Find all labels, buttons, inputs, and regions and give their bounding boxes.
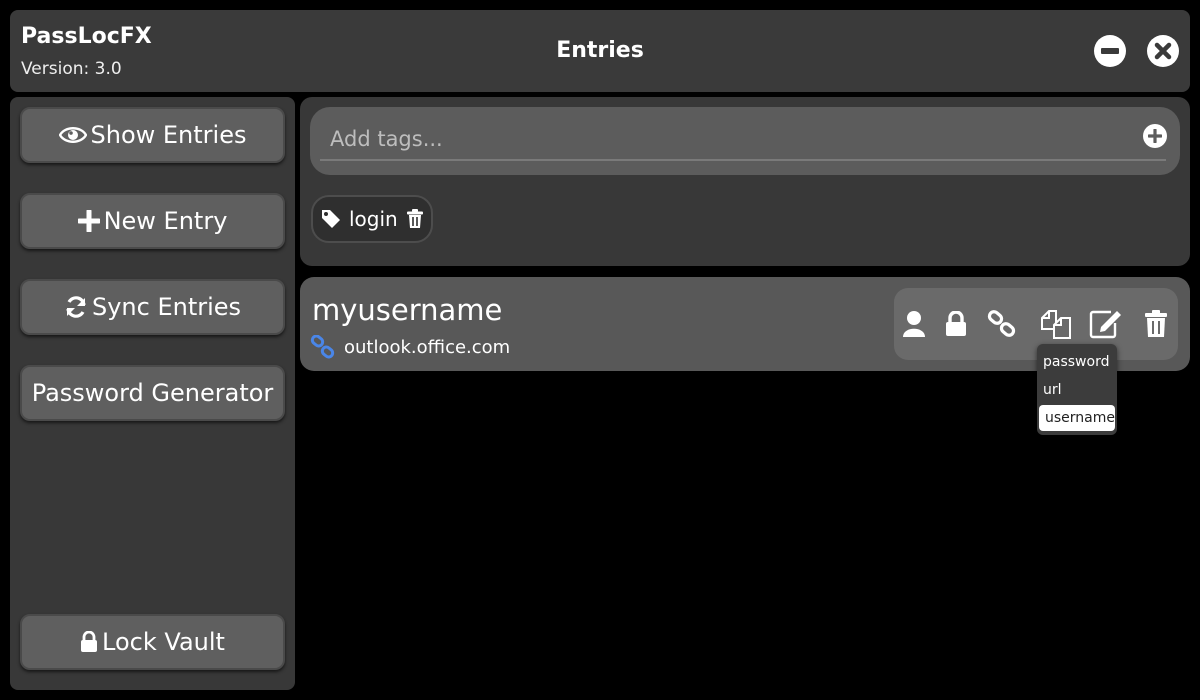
entry-username: myusername (312, 293, 503, 327)
add-tag-button[interactable] (1143, 124, 1167, 148)
lock-action-button[interactable] (938, 306, 974, 342)
show-entries-button[interactable]: Show Entries (20, 107, 285, 163)
link-action-button[interactable] (984, 306, 1020, 342)
title-bar[interactable]: PassLocFX Version: 3.0 Entries (10, 10, 1190, 92)
tag-input-container (310, 107, 1180, 175)
eye-icon (58, 127, 87, 143)
sidebar-item-label: Password Generator (31, 379, 274, 407)
minimize-button[interactable] (1094, 35, 1126, 67)
copy-option-url[interactable]: url (1037, 377, 1117, 403)
link-icon (987, 310, 1016, 337)
new-entry-button[interactable]: New Entry (20, 193, 285, 249)
trash-icon[interactable] (406, 209, 424, 229)
link-icon (310, 335, 335, 359)
lock-icon (81, 631, 98, 652)
copy-icon (1041, 310, 1071, 339)
entry-url: outlook.office.com (344, 336, 511, 358)
entry-actions-bar (894, 288, 1178, 360)
close-button[interactable] (1147, 35, 1179, 67)
tag-input[interactable] (328, 121, 1122, 157)
edit-action-button[interactable] (1088, 306, 1124, 342)
sync-entries-button[interactable]: Sync Entries (20, 279, 285, 335)
sync-icon (66, 296, 86, 318)
page-title: Entries (556, 38, 644, 63)
user-action-button[interactable] (896, 306, 932, 342)
plus-icon (77, 210, 100, 232)
edit-icon (1089, 310, 1121, 339)
delete-action-button[interactable] (1138, 306, 1174, 342)
sidebar-item-label: Sync Entries (91, 293, 242, 321)
copy-option-username[interactable]: username (1039, 405, 1115, 431)
sidebar: Show Entries New Entry Sync Entries Pass… (10, 97, 295, 690)
tag-chip[interactable]: login (311, 195, 433, 243)
user-icon (903, 311, 925, 337)
entry-url-row: outlook.office.com (310, 335, 510, 359)
tag-label: login (349, 207, 398, 231)
copy-action-button[interactable] (1038, 306, 1074, 342)
tag-icon (322, 210, 340, 228)
password-generator-button[interactable]: Password Generator (20, 365, 285, 421)
sidebar-item-label: Show Entries (90, 121, 247, 149)
minus-circle-icon (1101, 48, 1119, 54)
copy-option-password[interactable]: password (1037, 349, 1117, 375)
plus-circle-icon (1148, 129, 1162, 143)
lock-icon (946, 311, 966, 336)
input-underline (320, 159, 1166, 161)
times-circle-icon (1154, 42, 1172, 60)
copy-menu: password url username (1037, 344, 1117, 435)
lock-vault-button[interactable]: Lock Vault (20, 614, 285, 670)
sidebar-item-label: New Entry (103, 207, 228, 235)
sidebar-item-label: Lock Vault (102, 628, 225, 656)
trash-icon (1145, 310, 1167, 337)
tag-panel: login (300, 97, 1190, 266)
